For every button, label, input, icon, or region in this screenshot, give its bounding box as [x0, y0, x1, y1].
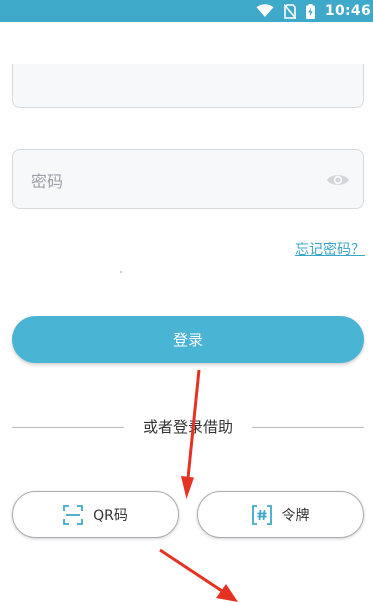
password-placeholder: 密码: [31, 172, 64, 191]
divider-line-left: [12, 427, 124, 428]
login-screen: 10:46 密码 忘记密码？ 登录 或者登录借助 QR码 令牌: [0, 0, 373, 602]
username-field[interactable]: [12, 64, 364, 108]
qr-scan-icon: [63, 504, 84, 525]
password-field[interactable]: 密码: [12, 149, 364, 209]
forgot-password-link[interactable]: 忘记密码？: [295, 239, 365, 259]
eye-icon[interactable]: [326, 170, 350, 190]
divider-line-right: [252, 427, 364, 428]
alt-login-divider: 或者登录借助: [12, 416, 364, 437]
annotation-arrow-2: [159, 548, 238, 602]
token-login-label: 令牌: [281, 507, 310, 524]
battery-charging-icon: [305, 3, 315, 19]
status-bar: 10:46: [0, 0, 373, 22]
qr-login-label: QR码: [93, 507, 128, 524]
status-time: 10:46: [324, 3, 371, 19]
token-hash-icon: [251, 504, 272, 525]
login-button[interactable]: 登录: [12, 316, 364, 363]
stray-dot: [120, 271, 122, 273]
wifi-icon: [256, 4, 274, 17]
no-sim-icon: [283, 3, 296, 19]
token-login-button[interactable]: 令牌: [197, 491, 364, 538]
divider-text: 或者登录借助: [132, 416, 244, 437]
qr-login-button[interactable]: QR码: [12, 491, 179, 538]
status-icons: 10:46: [256, 0, 373, 22]
